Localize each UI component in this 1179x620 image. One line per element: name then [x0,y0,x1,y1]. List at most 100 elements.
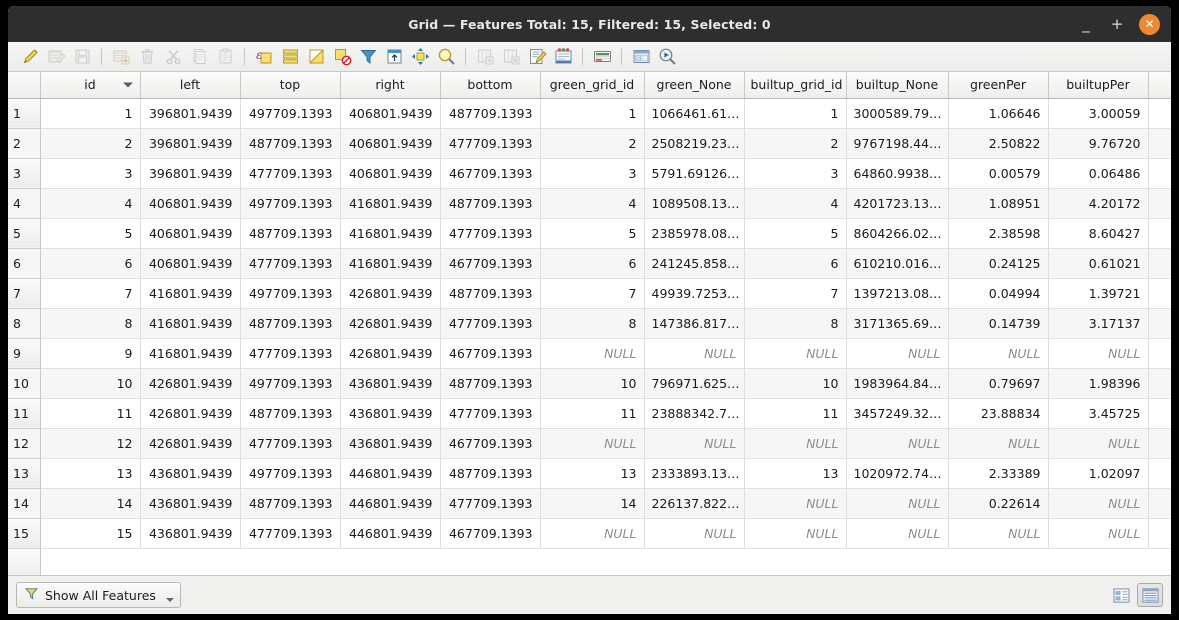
cell-id[interactable]: 7 [40,278,141,309]
table-view-button[interactable] [1137,583,1163,607]
cell-bottom[interactable]: 467709.1393 [440,158,541,189]
row-header[interactable]: 2 [8,128,41,159]
cell-left[interactable]: 406801.9439 [140,218,241,249]
cell-green_grid_id[interactable]: 5 [540,218,645,249]
cell-top[interactable]: 497709.1393 [240,98,341,129]
cell-left[interactable]: 396801.9439 [140,158,241,189]
column-header-green-grid-id[interactable]: green_grid_id [540,72,645,99]
row-header[interactable]: 11 [8,398,41,429]
cell-builtupPer[interactable]: NULL [1048,338,1149,369]
table-row[interactable]: 12 12 426801.9439 477709.1393 436801.9439 467… [8,428,1171,459]
cell-builtup_grid_id[interactable]: 1 [744,98,847,129]
table-row[interactable]: 1 1 396801.9439 497709.1393 406801.9439 48770… [8,98,1171,129]
cell-builtupPer[interactable]: NULL [1048,488,1149,519]
cell-green_None[interactable]: 5791.69126… [644,158,745,189]
row-header[interactable]: 6 [8,248,41,279]
column-header-builtup-grid-id[interactable]: builtup_grid_id [744,72,847,99]
cell-green_grid_id[interactable]: NULL [540,428,645,459]
cell-bottom[interactable]: 477709.1393 [440,128,541,159]
cell-left[interactable]: 426801.9439 [140,368,241,399]
cell-top[interactable]: 487709.1393 [240,128,341,159]
cell-green_grid_id[interactable]: 7 [540,278,645,309]
minimize-button[interactable]: _ [1077,16,1095,32]
cell-id[interactable]: 5 [40,218,141,249]
cell-id[interactable]: 10 [40,368,141,399]
pan-to-selection-icon[interactable] [408,45,432,69]
cell-green_grid_id[interactable]: 8 [540,308,645,339]
cell-builtup_grid_id[interactable]: 7 [744,278,847,309]
table-row[interactable]: 2 2 396801.9439 487709.1393 406801.9439 47770… [8,128,1171,159]
attribute-table-grid[interactable]: id left top right bottom green_grid_id g… [8,72,1171,576]
cell-builtupPer[interactable]: 1.02097 [1048,458,1149,489]
cell-builtupPer[interactable]: 1.39721 [1048,278,1149,309]
cell-right[interactable]: 416801.9439 [340,248,441,279]
cell-right[interactable]: 446801.9439 [340,518,441,549]
cell-builtupPer[interactable]: NULL [1048,428,1149,459]
cell-bottom[interactable]: 477709.1393 [440,218,541,249]
table-row[interactable]: 4 4 406801.9439 497709.1393 416801.9439 48770… [8,188,1171,219]
cell-right[interactable]: 446801.9439 [340,458,441,489]
column-header-left[interactable]: left [140,72,241,99]
cell-green_None[interactable]: 2333893.13… [644,458,745,489]
cell-right[interactable]: 446801.9439 [340,488,441,519]
cell-builtupPer[interactable]: 8.60427 [1048,218,1149,249]
row-header[interactable]: 15 [8,518,41,549]
cell-left[interactable]: 406801.9439 [140,248,241,279]
cell-id[interactable]: 15 [40,518,141,549]
cell-left[interactable]: 426801.9439 [140,398,241,429]
cell-green_None[interactable]: 796971.625… [644,368,745,399]
cell-builtup_None[interactable]: NULL [846,488,949,519]
table-row[interactable]: 13 13 436801.9439 497709.1393 446801.9439 487… [8,458,1171,489]
cell-greenPer[interactable]: NULL [948,518,1049,549]
cell-builtup_None[interactable]: NULL [846,428,949,459]
cell-top[interactable]: 497709.1393 [240,458,341,489]
cell-green_grid_id[interactable]: NULL [540,338,645,369]
cell-id[interactable]: 6 [40,248,141,279]
table-row[interactable]: 3 3 396801.9439 477709.1393 406801.9439 46770… [8,158,1171,189]
cell-builtup_None[interactable]: 1983964.84… [846,368,949,399]
cell-green_grid_id[interactable]: 4 [540,188,645,219]
cell-builtup_None[interactable]: 3000589.79… [846,98,949,129]
cell-top[interactable]: 497709.1393 [240,368,341,399]
cell-right[interactable]: 406801.9439 [340,158,441,189]
cell-bottom[interactable]: 477709.1393 [440,488,541,519]
cell-green_grid_id[interactable]: 3 [540,158,645,189]
cell-green_grid_id[interactable]: 10 [540,368,645,399]
cell-builtup_grid_id[interactable]: 13 [744,458,847,489]
cell-top[interactable]: 497709.1393 [240,278,341,309]
table-row[interactable]: 10 10 426801.9439 497709.1393 436801.9439 487… [8,368,1171,399]
cell-left[interactable]: 416801.9439 [140,308,241,339]
cell-builtupPer[interactable]: NULL [1048,518,1149,549]
cell-builtup_None[interactable]: NULL [846,518,949,549]
cell-bottom[interactable]: 487709.1393 [440,98,541,129]
cell-builtup_grid_id[interactable]: NULL [744,338,847,369]
cell-id[interactable]: 4 [40,188,141,219]
cell-id[interactable]: 13 [40,458,141,489]
cell-builtup_None[interactable]: 4201723.13… [846,188,949,219]
cell-top[interactable]: 487709.1393 [240,398,341,429]
cell-right[interactable]: 436801.9439 [340,398,441,429]
cell-greenPer[interactable]: NULL [948,338,1049,369]
cell-builtupPer[interactable]: 0.61021 [1048,248,1149,279]
cell-bottom[interactable]: 487709.1393 [440,458,541,489]
cell-builtup_grid_id[interactable]: 10 [744,368,847,399]
cell-left[interactable]: 436801.9439 [140,518,241,549]
column-header-right[interactable]: right [340,72,441,99]
filter-selection-icon[interactable] [356,45,380,69]
chevron-down-icon[interactable] [165,598,174,602]
cell-left[interactable]: 426801.9439 [140,428,241,459]
row-header[interactable]: 9 [8,338,41,369]
cell-builtup_None[interactable]: 3457249.32… [846,398,949,429]
table-row[interactable]: 9 9 416801.9439 477709.1393 426801.9439 46770… [8,338,1171,369]
cell-greenPer[interactable]: 1.08951 [948,188,1049,219]
cell-green_None[interactable]: 1089508.13… [644,188,745,219]
cell-greenPer[interactable]: 2.50822 [948,128,1049,159]
cell-bottom[interactable]: 467709.1393 [440,338,541,369]
cell-builtupPer[interactable]: 9.76720 [1048,128,1149,159]
cell-builtup_grid_id[interactable]: 5 [744,218,847,249]
cell-bottom[interactable]: 487709.1393 [440,278,541,309]
cell-id[interactable]: 14 [40,488,141,519]
cell-id[interactable]: 2 [40,128,141,159]
zoom-to-selection-icon[interactable] [434,45,458,69]
cell-builtupPer[interactable]: 3.17137 [1048,308,1149,339]
